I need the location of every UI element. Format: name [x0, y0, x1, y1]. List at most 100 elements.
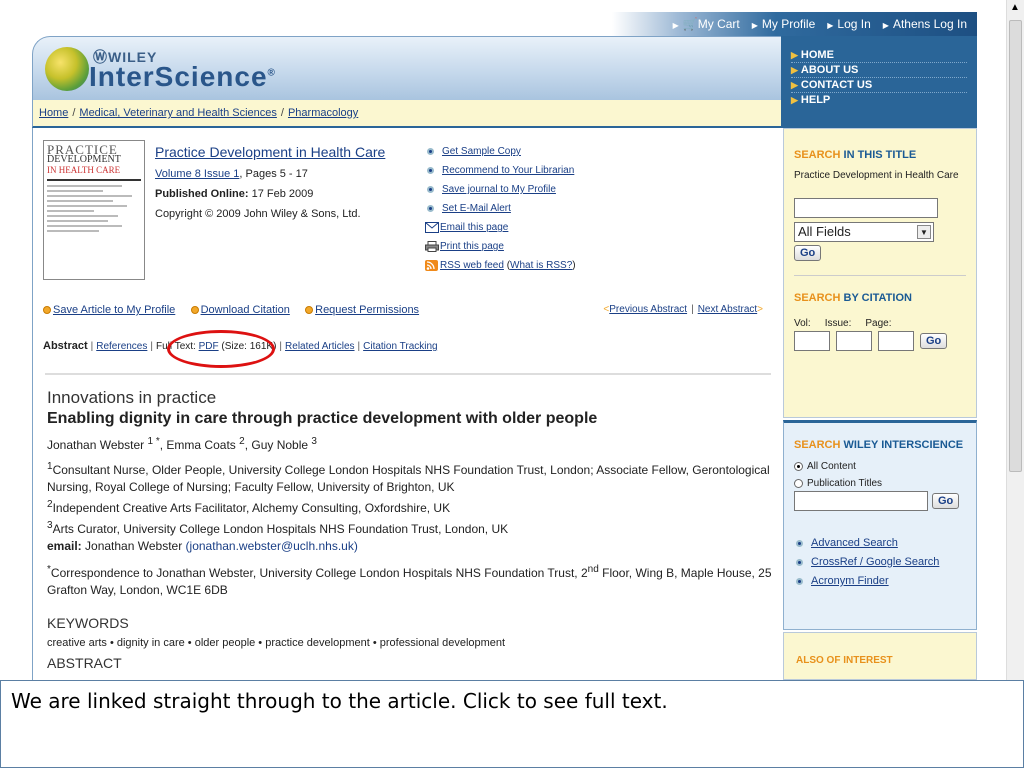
- advanced-search-link[interactable]: Advanced Search: [811, 537, 898, 549]
- journal-info: Practice Development in Health Care Volu…: [155, 142, 415, 224]
- tab-related-articles[interactable]: Related Articles: [285, 341, 354, 352]
- author-email-link[interactable]: (jonathan.webster@uclh.nhs.uk): [186, 539, 358, 553]
- bullet-icon: [796, 577, 803, 585]
- search-title-go-button[interactable]: Go: [794, 245, 822, 261]
- publication-titles-radio[interactable]: Publication Titles: [794, 478, 966, 489]
- email-alert-link[interactable]: Set E-Mail Alert: [442, 203, 511, 214]
- cover-text-line: [47, 230, 99, 232]
- slide-caption: We are linked straight through to the ar…: [0, 680, 1024, 768]
- article-body: Innovations in practice Enabling dignity…: [47, 388, 777, 671]
- vol-input[interactable]: [794, 331, 830, 351]
- caption-text: We are linked straight through to the ar…: [11, 689, 668, 713]
- arrow-right-icon: ▶: [791, 80, 798, 90]
- print-page-link[interactable]: Print this page: [440, 241, 504, 252]
- bullet-icon: [427, 185, 434, 193]
- search-title-input[interactable]: [794, 198, 938, 218]
- rss-icon: [425, 259, 438, 271]
- all-content-radio[interactable]: All Content: [794, 461, 966, 472]
- recommend-librarian-link[interactable]: Recommend to Your Librarian: [442, 165, 574, 176]
- download-icon: [190, 306, 199, 315]
- volume-issue-link[interactable]: Volume 8 Issue 1: [155, 168, 239, 180]
- affiliations: 1Consultant Nurse, Older People, Univers…: [47, 458, 777, 555]
- arrow-right-icon: ▶: [791, 50, 798, 60]
- radio-checked-icon: [794, 461, 803, 471]
- affiliation-item: 2Independent Creative Arts Facilitator, …: [47, 499, 451, 515]
- vertical-scrollbar[interactable]: ▲: [1006, 0, 1024, 680]
- breadcrumb-medical[interactable]: Medical, Veterinary and Health Sciences: [79, 107, 277, 119]
- search-title-heading: SEARCH IN THIS TITLE: [794, 149, 917, 161]
- printer-icon: [425, 240, 439, 252]
- next-abstract-link[interactable]: Next Abstract: [698, 304, 757, 315]
- issue-input[interactable]: [836, 331, 872, 351]
- bullet-icon: [796, 558, 803, 566]
- nav-about-us[interactable]: ▶ ABOUT US: [791, 63, 967, 78]
- cart-icon: 🛒: [682, 17, 698, 31]
- abstract-heading: ABSTRACT: [47, 655, 122, 671]
- vol-label: Vol:: [794, 318, 811, 329]
- search-field-select[interactable]: All Fields ▼: [794, 222, 934, 242]
- download-citation-link[interactable]: Download Citation: [201, 304, 290, 316]
- breadcrumb-pharmacology[interactable]: Pharmacology: [288, 107, 358, 119]
- breadcrumb-home[interactable]: Home: [39, 107, 68, 119]
- citation-inputs: Go: [794, 331, 966, 351]
- published-label: Published Online:: [155, 188, 249, 200]
- scroll-up-icon[interactable]: ▲: [1010, 2, 1020, 13]
- author-sup: 1 *: [147, 436, 160, 447]
- journal-title-link[interactable]: Practice Development in Health Care: [155, 144, 385, 160]
- save-journal-link[interactable]: Save journal to My Profile: [442, 184, 556, 195]
- also-of-interest-heading: ALSO OF INTEREST: [796, 655, 893, 666]
- what-is-rss-link[interactable]: What is RSS?: [510, 260, 572, 271]
- nav-separator: |: [691, 304, 694, 315]
- tab-separator: |: [357, 341, 361, 352]
- search-citation-go-button[interactable]: Go: [920, 333, 948, 349]
- cover-text-line: [47, 200, 113, 202]
- crossref-google-link[interactable]: CrossRef / Google Search: [811, 556, 939, 568]
- arrow-right-icon: ▶: [882, 21, 889, 30]
- cover-text-line: [47, 205, 127, 207]
- copyright-text: Copyright © 2009 John Wiley & Sons, Ltd.: [155, 208, 361, 220]
- highlight-circle: [167, 330, 275, 368]
- tab-citation-tracking[interactable]: Citation Tracking: [363, 341, 437, 352]
- nav-home[interactable]: ▶ HOME: [791, 48, 967, 63]
- rss-feed-link[interactable]: RSS web feed: [440, 260, 504, 271]
- log-in-link[interactable]: ▶ Log In: [827, 17, 871, 31]
- article-actions: Save Article to My Profile Download Cita…: [43, 304, 773, 316]
- cover-line-2: DEVELOPMENT: [47, 154, 121, 165]
- author-name: Guy Noble: [251, 438, 309, 452]
- page-input[interactable]: [878, 331, 914, 351]
- main-content: PRACTICE DEVELOPMENT IN HEALTH CARE Prac…: [32, 128, 781, 680]
- previous-abstract-link[interactable]: Previous Abstract: [609, 304, 687, 315]
- divider: [45, 373, 771, 375]
- interscience-logo-text[interactable]: InterScience®: [89, 61, 276, 93]
- tab-references[interactable]: References: [96, 341, 147, 352]
- wiley-search-input[interactable]: [794, 491, 928, 511]
- bullet-icon: [427, 166, 434, 174]
- nav-contact-us[interactable]: ▶ CONTACT US: [791, 78, 967, 93]
- published-date: 17 Feb 2009: [251, 188, 314, 200]
- cover-text-line: [47, 225, 123, 227]
- cover-text-line: [47, 220, 109, 222]
- tab-separator: |: [150, 341, 153, 352]
- email-page-link[interactable]: Email this page: [440, 222, 508, 233]
- scrollbar-thumb[interactable]: [1009, 20, 1022, 472]
- affiliation-item: 3Arts Curator, University College London…: [47, 520, 509, 536]
- athens-log-in-link[interactable]: ▶ Athens Log In: [883, 17, 967, 31]
- log-in-label: Log In: [837, 17, 871, 31]
- save-article-link[interactable]: Save Article to My Profile: [53, 304, 175, 316]
- journal-cover-image[interactable]: PRACTICE DEVELOPMENT IN HEALTH CARE: [43, 140, 145, 280]
- correspondence: *Correspondence to Jonathan Webster, Uni…: [47, 564, 772, 597]
- get-sample-copy-link[interactable]: Get Sample Copy: [442, 146, 521, 157]
- nav-help[interactable]: ▶ HELP: [791, 93, 967, 107]
- my-profile-link[interactable]: ▶ My Profile: [752, 17, 816, 31]
- cover-text-line: [47, 210, 94, 212]
- my-cart-link[interactable]: ▶ 🛒My Cart: [673, 17, 740, 31]
- tab-separator: |: [279, 341, 283, 352]
- arrow-right-icon: ▶: [672, 21, 679, 30]
- author-sup: 3: [311, 436, 317, 447]
- wiley-search-go-button[interactable]: Go: [932, 493, 960, 509]
- search-wiley-panel: SEARCH WILEY INTERSCIENCE All Content Pu…: [783, 420, 977, 630]
- request-permissions-link[interactable]: Request Permissions: [315, 304, 419, 316]
- acronym-finder-link[interactable]: Acronym Finder: [811, 575, 889, 587]
- author-sup: 2: [239, 436, 245, 447]
- bullet-icon: [427, 204, 434, 212]
